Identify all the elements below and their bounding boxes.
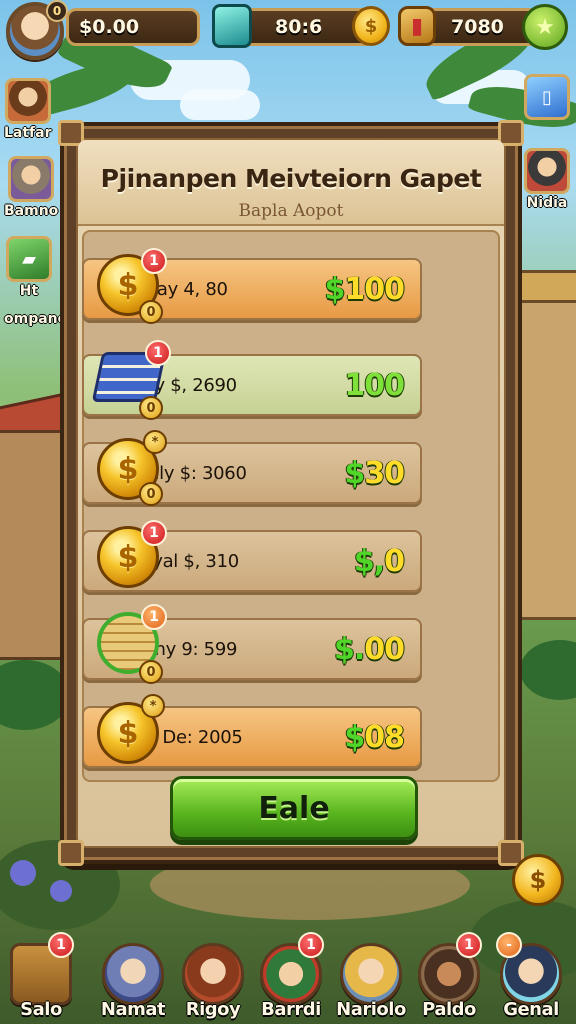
- price-currency: $.: [333, 631, 365, 667]
- notification-badge: 1: [141, 604, 167, 630]
- potions-value: 7080: [451, 16, 504, 38]
- price-currency: $,: [353, 543, 385, 579]
- character-portrait-icon: [4, 78, 51, 124]
- nav-label: Barrdi: [261, 999, 321, 1020]
- nav-item-rigoy[interactable]: Rigoy: [176, 928, 250, 1020]
- corner-coin-badge: 0: [139, 482, 163, 506]
- notification-badge: 1: [145, 340, 171, 366]
- bottom-nav: Salo 1 Namat Rigoy Barrdi 1 Nariolo Pald…: [0, 924, 576, 1024]
- sparkle-badge: *: [143, 430, 167, 454]
- notification-badge: 1: [456, 932, 482, 958]
- side-item-label: Latfar: [4, 125, 52, 141]
- nav-label: Nariolo: [336, 999, 406, 1020]
- offer-price: $08: [344, 719, 405, 755]
- cash-counter: $0.00: [66, 8, 200, 46]
- notification-badge: 1: [298, 932, 324, 958]
- nav-label: Paldo: [422, 999, 476, 1020]
- player-level-badge: 0: [46, 0, 68, 22]
- nav-label: Salo: [20, 999, 62, 1020]
- side-item-label: ompanc: [4, 311, 66, 327]
- side-item-bamno[interactable]: Bamno: [4, 156, 58, 219]
- nav-item-namat[interactable]: Namat: [96, 928, 170, 1020]
- nav-item-paldo[interactable]: Paldo 1: [412, 928, 486, 1020]
- price-amount: 0: [384, 543, 405, 579]
- price-currency: $: [344, 455, 365, 491]
- side-item-label: Bamno: [4, 203, 59, 219]
- panel-subtitle: Bapla Aopot: [238, 201, 344, 221]
- nav-label: Rigoy: [185, 999, 241, 1020]
- player-avatar[interactable]: 0: [6, 0, 68, 60]
- character-portrait-icon: [340, 943, 402, 1005]
- side-item-label: Ht: [19, 283, 39, 299]
- nav-item-barrdi[interactable]: Barrdi 1: [254, 928, 328, 1020]
- notification-badge: 1: [141, 520, 167, 546]
- floating-coin-button[interactable]: $: [512, 854, 564, 906]
- offer-price: $,0: [353, 543, 405, 579]
- character-portrait-icon: [102, 943, 164, 1005]
- coin-stack-icon: $ * 0: [97, 430, 167, 506]
- character-portrait-icon: [524, 148, 570, 194]
- notification-badge: 1: [141, 248, 167, 274]
- corner-coin-badge: 0: [139, 396, 163, 420]
- coin-symbol: $: [364, 15, 378, 37]
- side-item-label: Nidia: [526, 195, 568, 211]
- character-portrait-icon: [8, 156, 55, 202]
- book-stack-icon: 1 0: [91, 340, 171, 420]
- offer-price: $100: [325, 272, 405, 307]
- character-portrait-icon: [182, 943, 244, 1005]
- gems-value: 80:6: [275, 16, 323, 38]
- offer-price: 100: [344, 367, 405, 403]
- green-book-icon: ▰: [6, 236, 52, 282]
- panel-corner-ornament: [58, 840, 84, 866]
- offer-price: $.00: [333, 631, 405, 667]
- corner-coin-badge: 0: [139, 300, 163, 324]
- gold-bars-icon: 1 0: [97, 604, 167, 684]
- price-currency: $: [344, 719, 365, 755]
- coin-stack-icon: $ *: [97, 694, 165, 764]
- gem-icon: [212, 4, 252, 48]
- panel-title: Pjinanpen Meivteiorn Gapet: [100, 164, 482, 193]
- coin-stack-icon: $ 1: [97, 520, 167, 588]
- price-amount: 100: [344, 367, 405, 403]
- nav-label: Genal: [503, 999, 559, 1020]
- corner-coin-badge: 0: [139, 660, 163, 684]
- phone-icon: ▯: [524, 74, 570, 120]
- bonus-star-button[interactable]: ★: [522, 4, 568, 50]
- price-amount: 100: [344, 271, 405, 307]
- side-item-latfar[interactable]: Latfar: [4, 78, 52, 141]
- notification-badge: 1: [48, 932, 74, 958]
- side-item-ompanc[interactable]: ompanc: [4, 310, 66, 327]
- potion-icon: ▮: [398, 6, 436, 46]
- side-item-nidia[interactable]: Nidia: [524, 148, 570, 211]
- notification-badge: -: [496, 932, 522, 958]
- coin-icon[interactable]: $: [352, 6, 390, 46]
- sale-button[interactable]: Eale: [170, 776, 418, 840]
- nav-item-salo[interactable]: Salo 1: [4, 928, 78, 1020]
- price-amount: 30: [364, 455, 405, 491]
- price-currency: $: [324, 271, 346, 307]
- price-amount: 08: [364, 719, 405, 755]
- price-amount: 00: [364, 631, 405, 667]
- top-resource-bar: 0 $0.00 80:6 $ 7080 ▮ ★: [0, 0, 576, 60]
- panel-header: Pjinanpen Meivteiorn Gapet Bapla Aopot: [78, 140, 504, 226]
- sparkle-badge: *: [141, 694, 165, 718]
- cash-value: $0.00: [79, 16, 140, 38]
- side-item-phone[interactable]: ▯: [524, 74, 570, 120]
- nav-item-nariolo[interactable]: Nariolo: [334, 928, 408, 1020]
- offer-price: $30: [344, 455, 405, 491]
- nav-item-genal[interactable]: Genal -: [494, 928, 568, 1020]
- coin-stack-icon: $ 1 0: [97, 248, 167, 324]
- side-item-ht[interactable]: ▰ Ht: [6, 236, 52, 299]
- nav-label: Namat: [100, 999, 166, 1020]
